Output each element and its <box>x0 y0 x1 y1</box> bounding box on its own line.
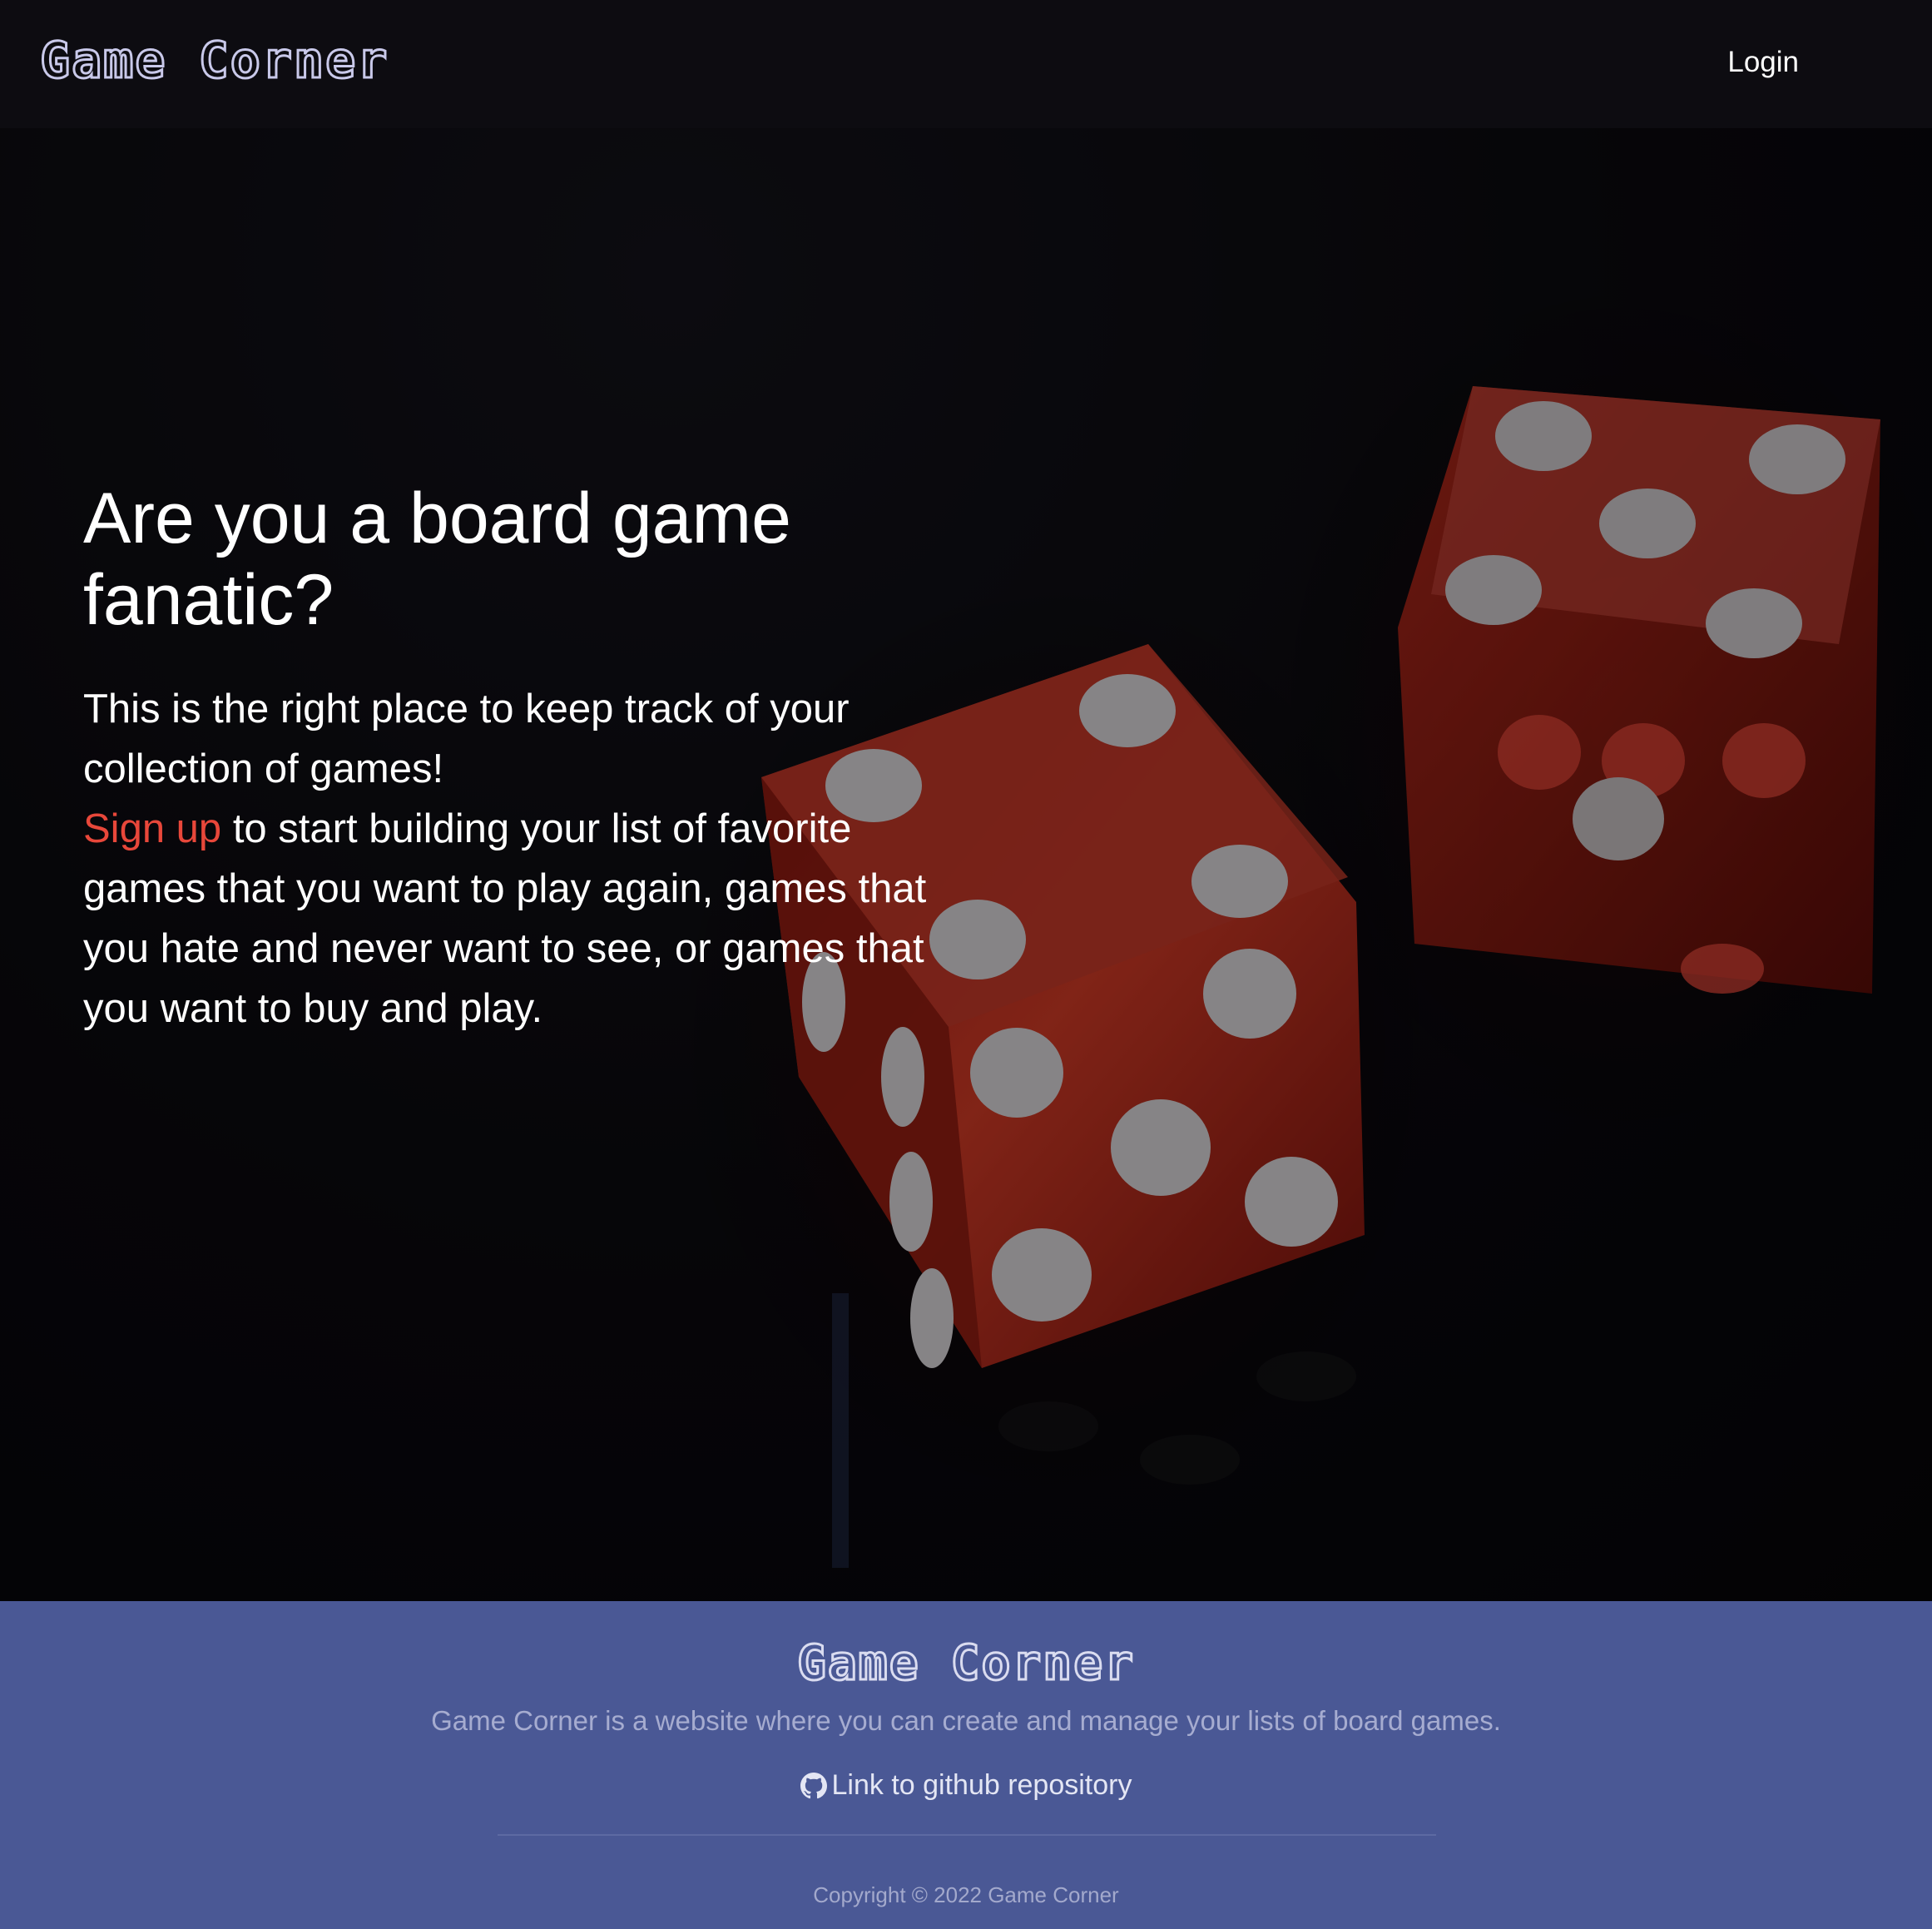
landing-page: Game Corner Login Are you a board game f… <box>0 0 1932 1929</box>
footer-description: Game Corner is a website where you can c… <box>431 1705 1501 1736</box>
login-link[interactable]: Login <box>1727 46 1799 79</box>
footer-logo: Game Corner <box>795 1634 1136 1693</box>
github-icon <box>800 1773 827 1799</box>
hero-text: Are you a board game fanatic? This is th… <box>83 478 965 1039</box>
footer: Game Corner Game Corner is a website whe… <box>0 1601 1932 1929</box>
top-navbar: Game Corner Login <box>0 0 1932 128</box>
hero-section: Are you a board game fanatic? This is th… <box>0 128 1932 1601</box>
hero-body: This is the right place to keep track of… <box>83 679 965 1039</box>
signup-link[interactable]: Sign up <box>83 806 221 851</box>
footer-divider <box>498 1834 1436 1836</box>
copyright-text: Copyright © 2022 Game Corner <box>813 1882 1119 1907</box>
github-link-label: Link to github repository <box>831 1769 1132 1801</box>
github-link[interactable]: Link to github repository <box>0 1769 1932 1802</box>
site-logo[interactable]: Game Corner <box>38 31 389 92</box>
hero-intro: This is the right place to keep track of… <box>83 687 850 791</box>
hero-title: Are you a board game fanatic? <box>83 479 791 640</box>
